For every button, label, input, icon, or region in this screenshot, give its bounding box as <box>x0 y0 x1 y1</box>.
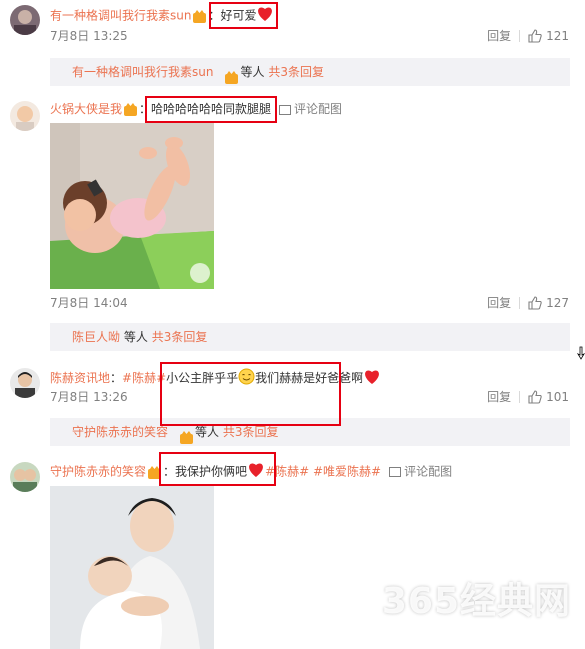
divider <box>519 391 521 403</box>
comment-date: 7月8日 13:26 <box>50 390 128 404</box>
avatar[interactable] <box>10 101 40 131</box>
reply-count-link[interactable]: 共3条回复 <box>223 425 279 439</box>
comment-username[interactable]: 守护陈赤赤的笑容 <box>50 465 146 479</box>
image-icon <box>279 104 292 115</box>
comment-date: 7月8日 14:04 <box>50 296 128 310</box>
hashtag-link[interactable]: #唯爱陈赫# <box>313 465 381 479</box>
avatar[interactable] <box>10 462 40 492</box>
vip-badge-icon <box>123 103 138 116</box>
reply-suffix: 等人 <box>240 65 265 79</box>
comment-image-link[interactable]: 评论配图 <box>404 465 452 479</box>
mouse-cursor-icon <box>576 346 585 363</box>
comment-username[interactable]: 陈赫资讯地 <box>50 371 110 385</box>
reply-button[interactable]: 回复 <box>487 29 511 43</box>
reply-count-link[interactable]: 共3条回复 <box>152 330 208 344</box>
comment-actions: 回复 127 <box>487 296 569 310</box>
reply-button[interactable]: 回复 <box>487 296 511 310</box>
highlight-box <box>159 452 276 486</box>
vip-badge-icon <box>179 426 194 444</box>
comment-actions: 回复 121 <box>487 29 569 43</box>
divider <box>519 297 521 309</box>
like-icon[interactable] <box>528 296 542 310</box>
like-count: 127 <box>546 296 569 310</box>
watermark-url: WWW.365J.COM <box>458 622 571 635</box>
reply-suffix: 等人 <box>123 330 148 344</box>
divider <box>519 30 521 42</box>
comment-date: 7月8日 13:25 <box>50 29 128 43</box>
reply-user-link[interactable]: 陈巨人呦 <box>72 330 120 344</box>
comment-photo[interactable] <box>50 486 214 649</box>
reply-summary-bar[interactable]: 有一种格调叫我行我素sun 等人 共3条回复 <box>50 58 570 86</box>
vip-badge-icon <box>224 66 239 84</box>
comment-username[interactable]: 火锅大侠是我 <box>50 102 122 116</box>
avatar[interactable] <box>10 5 40 35</box>
comment-image-link[interactable]: 评论配图 <box>294 102 342 116</box>
heart-icon <box>363 369 381 389</box>
reply-summary-bar[interactable]: 陈巨人呦 等人 共3条回复 <box>50 323 570 351</box>
vip-badge-icon <box>192 9 207 23</box>
like-count: 121 <box>546 29 569 43</box>
like-count: 101 <box>546 390 569 404</box>
reply-user-link[interactable]: 守护陈赤赤的笑容 <box>72 425 168 439</box>
like-icon[interactable] <box>528 29 542 43</box>
comment-text-prefix: ： <box>110 371 123 385</box>
comment-actions: 回复 101 <box>487 390 569 404</box>
watermark-logo-text: 365经典网 <box>381 581 571 622</box>
reply-button[interactable]: 回复 <box>487 390 511 404</box>
highlight-box <box>209 2 278 29</box>
comment-username[interactable]: 有一种格调叫我行我素sun <box>50 9 191 23</box>
highlight-box <box>145 96 277 123</box>
reply-suffix: 等人 <box>195 425 220 439</box>
like-icon[interactable] <box>528 390 542 404</box>
image-icon <box>389 467 402 477</box>
site-watermark: 365经典网 WWW.365J.COM <box>381 581 571 636</box>
reply-user-link[interactable]: 有一种格调叫我行我素sun <box>72 65 213 79</box>
highlight-box <box>160 362 341 426</box>
reply-count-link[interactable]: 共3条回复 <box>268 65 324 79</box>
comment-photo[interactable] <box>50 123 214 289</box>
avatar[interactable] <box>10 368 40 398</box>
